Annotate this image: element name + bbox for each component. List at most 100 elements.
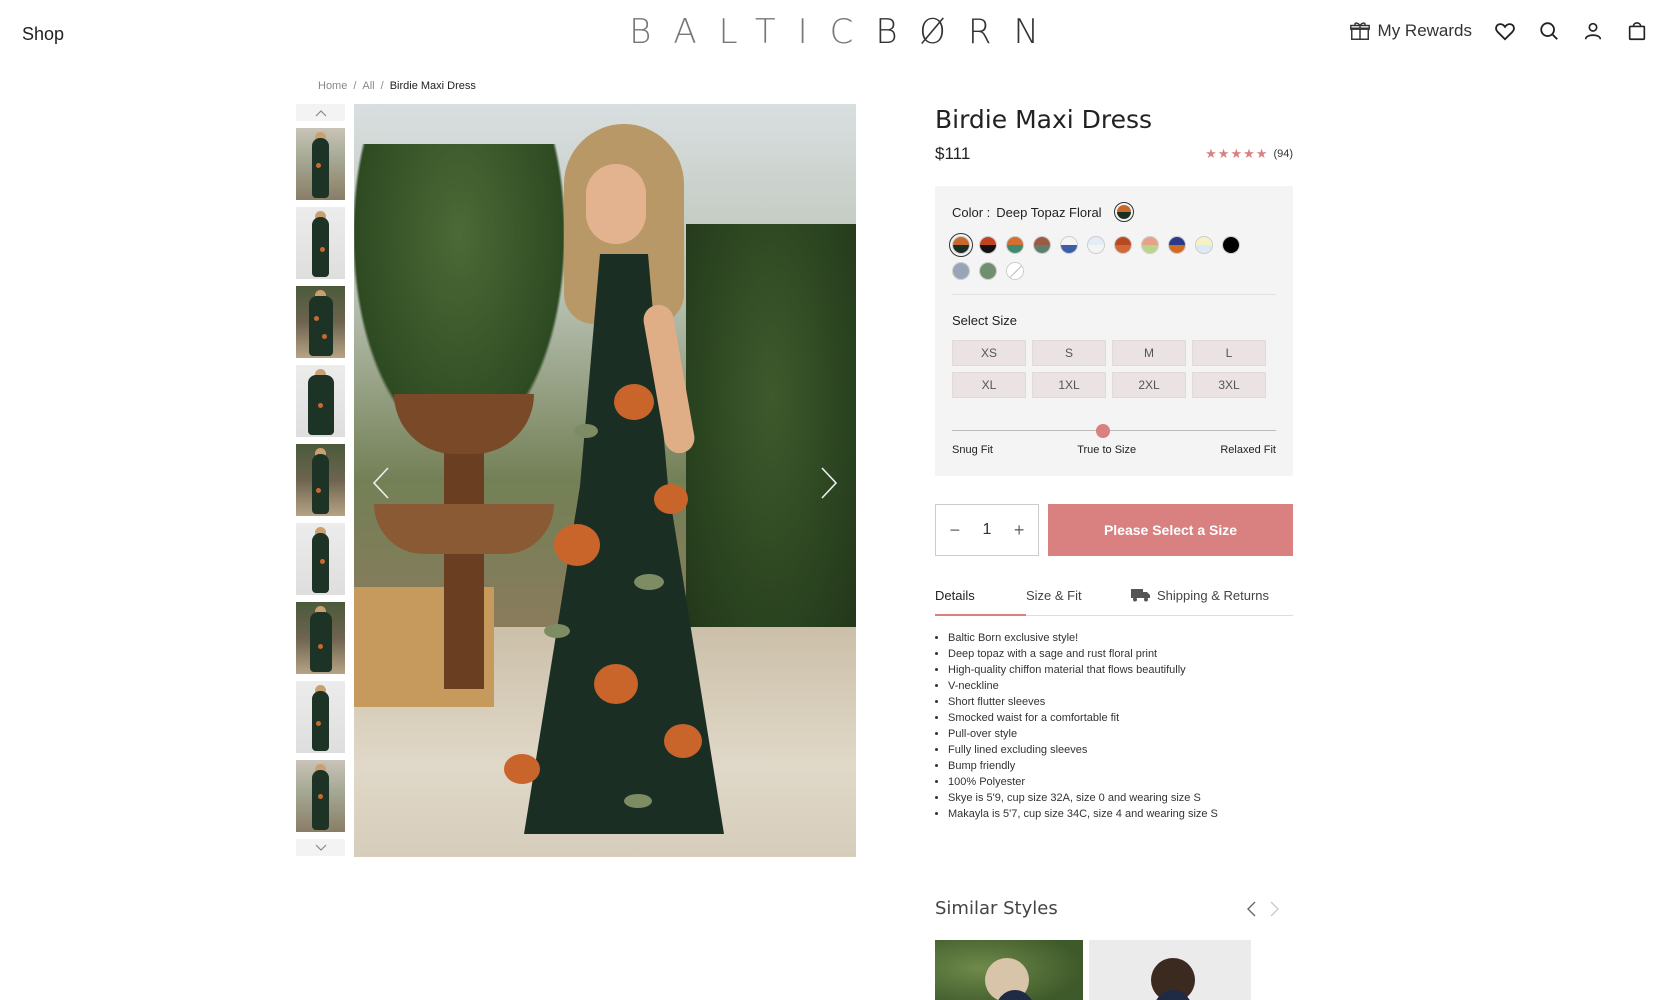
size-option-xl[interactable]: XL: [952, 372, 1026, 398]
breadcrumb-separator: /: [353, 80, 357, 92]
breadcrumb-all[interactable]: All: [362, 80, 374, 92]
breadcrumb-separator: /: [380, 80, 384, 92]
details-item: High-quality chiffon material that flows…: [948, 662, 1293, 678]
size-option-1xl[interactable]: 1XL: [1032, 372, 1106, 398]
size-option-m[interactable]: M: [1112, 340, 1186, 366]
logo-dark-part: BØRN: [875, 12, 1061, 52]
color-swatch-12[interactable]: [952, 262, 970, 280]
add-to-cart-button[interactable]: Please Select a Size: [1048, 504, 1293, 556]
product-price: $111: [935, 144, 971, 163]
color-swatch-4[interactable]: [1033, 236, 1051, 254]
color-swatch-1[interactable]: [949, 233, 973, 257]
tab-shipping-returns[interactable]: Shipping & Returns: [1131, 588, 1269, 615]
gift-icon: [1349, 20, 1371, 42]
color-swatch-7[interactable]: [1114, 236, 1132, 254]
thumbnail-down-button[interactable]: [296, 839, 345, 856]
tab-shipping-returns-label: Shipping & Returns: [1157, 588, 1270, 603]
size-option-l[interactable]: L: [1192, 340, 1266, 366]
breadcrumb-home[interactable]: Home: [318, 80, 347, 92]
color-swatch-11[interactable]: [1222, 236, 1240, 254]
chevron-down-icon: [315, 844, 326, 851]
quantity-value[interactable]: 1: [983, 521, 992, 539]
product-tabs: Details Size & Fit Shipping & Returns: [935, 588, 1293, 616]
header-actions: My Rewards: [1349, 20, 1648, 42]
size-option-xs[interactable]: XS: [952, 340, 1026, 366]
heart-icon[interactable]: [1494, 20, 1516, 42]
thumbnail-3[interactable]: [296, 286, 345, 358]
breadcrumb-current: Birdie Maxi Dress: [389, 80, 476, 92]
chevron-left-icon: [1247, 901, 1256, 917]
similar-prev-button[interactable]: [1245, 900, 1257, 918]
fit-labels: Snug Fit True to Size Relaxed Fit: [952, 444, 1276, 456]
rating[interactable]: ★★★★★ (94): [1205, 146, 1293, 162]
color-swatch-8[interactable]: [1141, 236, 1159, 254]
color-name: Deep Topaz Floral: [996, 204, 1102, 220]
breadcrumb: Home / All / Birdie Maxi Dress: [318, 80, 476, 92]
fit-track: [952, 430, 1276, 431]
thumbnail-rail: [296, 104, 345, 856]
quantity-decrease-button[interactable]: −: [945, 520, 965, 541]
chevron-left-icon: [372, 467, 389, 499]
similar-next-button[interactable]: [1269, 900, 1281, 918]
similar-card[interactable]: [1089, 940, 1251, 1000]
fit-label-true: True to Size: [1077, 444, 1137, 456]
size-option-3xl[interactable]: 3XL: [1192, 372, 1266, 398]
tab-details[interactable]: Details: [935, 588, 1026, 616]
color-swatch-3[interactable]: [1006, 236, 1024, 254]
tab-size-fit-label: Size & Fit: [1026, 588, 1082, 603]
color-swatch-14[interactable]: [1006, 262, 1024, 280]
user-icon[interactable]: [1582, 20, 1604, 42]
thumbnail-7[interactable]: [296, 602, 345, 674]
image-prev-button[interactable]: [370, 466, 392, 500]
chevron-right-icon: [821, 467, 838, 499]
tab-size-fit[interactable]: Size & Fit: [1026, 588, 1131, 615]
option-panel: Color : Deep Topaz Floral Select Size XS…: [935, 186, 1293, 476]
thumbnail-8[interactable]: [296, 681, 345, 753]
details-item: Bump friendly: [948, 758, 1293, 774]
size-label: Select Size: [952, 313, 1018, 328]
color-swatch-10[interactable]: [1195, 236, 1213, 254]
details-item: Short flutter sleeves: [948, 694, 1293, 710]
similar-card[interactable]: [935, 940, 1083, 1000]
thumbnail-2[interactable]: [296, 207, 345, 279]
rewards-link[interactable]: My Rewards: [1349, 20, 1472, 42]
product-main-image[interactable]: [354, 104, 856, 857]
thumbnail-9[interactable]: [296, 760, 345, 832]
image-next-button[interactable]: [818, 466, 840, 500]
divider: [952, 294, 1276, 295]
fit-scale: Snug Fit True to Size Relaxed Fit: [952, 424, 1276, 458]
color-swatch-2[interactable]: [979, 236, 997, 254]
star-rating-icon: ★★★★★: [1205, 146, 1269, 161]
color-swatch-13[interactable]: [979, 262, 997, 280]
size-option-s[interactable]: S: [1032, 340, 1106, 366]
fit-label-snug: Snug Fit: [952, 444, 993, 456]
color-swatch-5[interactable]: [1060, 236, 1078, 254]
color-swatch-9[interactable]: [1168, 236, 1186, 254]
price-row: $111 ★★★★★ (94): [935, 144, 1293, 164]
fit-indicator[interactable]: [1096, 424, 1110, 438]
review-count: (94): [1273, 148, 1293, 160]
details-item: V-neckline: [948, 678, 1293, 694]
details-item: Pull-over style: [948, 726, 1293, 742]
product-title: Birdie Maxi Dress: [935, 105, 1153, 134]
color-row: Color : Deep Topaz Floral: [952, 202, 1276, 222]
details-item: Baltic Born exclusive style!: [948, 630, 1293, 646]
details-item: Fully lined excluding sleeves: [948, 742, 1293, 758]
truck-icon: [1131, 589, 1150, 602]
thumbnail-1[interactable]: [296, 128, 345, 200]
thumbnail-5[interactable]: [296, 444, 345, 516]
size-option-2xl[interactable]: 2XL: [1112, 372, 1186, 398]
bag-icon[interactable]: [1626, 20, 1648, 42]
quantity-increase-button[interactable]: +: [1009, 520, 1029, 541]
thumbnail-4[interactable]: [296, 365, 345, 437]
search-icon[interactable]: [1538, 20, 1560, 42]
selected-color-swatch: [1113, 202, 1134, 222]
thumbnail-up-button[interactable]: [296, 104, 345, 121]
similar-styles: Similar Styles: [935, 898, 1293, 1000]
color-swatch-6[interactable]: [1087, 236, 1105, 254]
quantity-stepper: − 1 +: [935, 504, 1039, 556]
thumbnail-6[interactable]: [296, 523, 345, 595]
product-info: Birdie Maxi Dress $111 ★★★★★ (94) Color …: [935, 104, 1293, 822]
details-item: 100% Polyester: [948, 774, 1293, 790]
chevron-up-icon: [315, 109, 326, 116]
